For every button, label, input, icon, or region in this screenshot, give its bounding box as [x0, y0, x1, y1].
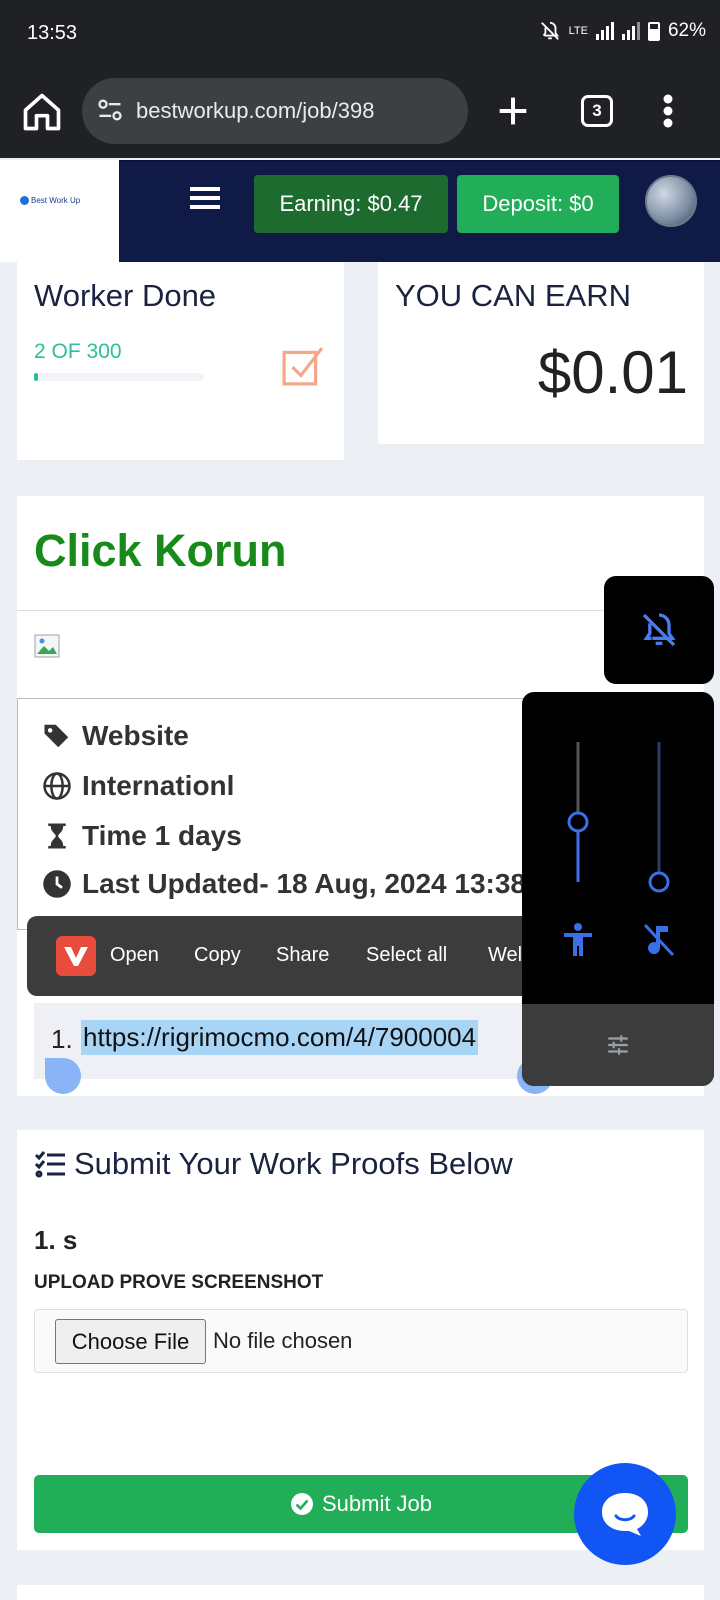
clock-icon [43, 870, 71, 898]
avatar[interactable] [645, 175, 697, 227]
submit-heading-text: Submit Your Work Proofs Below [74, 1146, 513, 1181]
music-off-icon [643, 923, 675, 957]
updated-text: Last Updated- 18 Aug, 2024 13:38: [82, 868, 536, 899]
divider [17, 610, 704, 611]
earn-title: YOU CAN EARN [395, 278, 631, 313]
status-time: 13:53 [27, 22, 78, 44]
signal-2-icon [621, 22, 640, 40]
new-tab-icon[interactable] [493, 91, 533, 131]
time-row: Time 1 days [42, 820, 242, 852]
updated-row: Last Updated- 18 Aug, 2024 13:38: [42, 868, 535, 900]
upload-label: UPLOAD PROVE SCREENSHOT [34, 1272, 324, 1293]
sound-settings-button[interactable] [522, 1004, 714, 1086]
vidmate-app-icon[interactable] [56, 936, 96, 976]
category-text: Website [82, 720, 189, 751]
check-circle-icon [290, 1493, 313, 1515]
home-icon[interactable] [20, 90, 64, 134]
file-status-text: No file chosen [213, 1328, 353, 1353]
checkbox-checked-icon [282, 347, 324, 386]
network-label: LTE [568, 25, 588, 37]
submit-job-label: Submit Job [321, 1491, 433, 1516]
signal-icon [595, 22, 614, 40]
do-not-disturb-toggle[interactable] [604, 576, 714, 684]
region-row: Internationl [42, 770, 234, 802]
worker-count: 2 OF 300 [34, 340, 122, 363]
progress-fill [34, 373, 38, 381]
context-open-button[interactable]: Open [110, 944, 159, 967]
battery-percent: 62% [667, 20, 706, 41]
chat-widget-button[interactable] [574, 1463, 676, 1565]
earning-button[interactable]: Earning: $0.47 [254, 175, 448, 233]
next-card [17, 1585, 704, 1600]
progress-track [34, 373, 204, 381]
proof-title: 1. s [34, 1225, 78, 1255]
time-text: Time 1 days [82, 820, 242, 851]
earn-amount: $0.01 [537, 339, 688, 406]
broken-image-icon [34, 634, 60, 658]
task-list-icon [34, 1151, 65, 1178]
context-copy-button[interactable]: Copy [194, 944, 241, 967]
choose-file-button[interactable]: Choose File [55, 1319, 206, 1364]
bell-off-icon [540, 21, 559, 40]
selection-handle-start[interactable] [45, 1058, 81, 1094]
more-menu-icon[interactable] [662, 93, 674, 129]
link-number: 1. [51, 1024, 73, 1054]
logo-mark [20, 196, 29, 205]
tab-switcher-button[interactable]: 3 [581, 95, 613, 127]
job-link[interactable]: https://rigrimocmo.com/4/7900004 [81, 1020, 479, 1055]
tags-icon [44, 724, 69, 748]
site-settings-icon[interactable] [96, 96, 124, 124]
bell-off-icon [642, 613, 676, 647]
site-logo[interactable] [0, 160, 119, 262]
job-title: Click Korun [34, 525, 287, 576]
worker-done-title: Worker Done [34, 278, 217, 313]
status-icons: LTE 62% [539, 20, 706, 42]
context-web-button[interactable]: Wel [488, 944, 522, 967]
url-text[interactable]: bestworkup.com/job/398 [136, 98, 374, 124]
context-share-button[interactable]: Share [276, 944, 329, 967]
deposit-button[interactable]: Deposit: $0 [457, 175, 619, 233]
logo-text: Best Work Up [31, 196, 81, 205]
submit-heading: Submit Your Work Proofs Below [34, 1146, 513, 1182]
chat-icon [602, 1493, 648, 1536]
sliders-icon [608, 1035, 628, 1055]
accessibility-icon [564, 923, 592, 956]
globe-icon [43, 772, 71, 800]
region-text: Internationl [82, 770, 235, 801]
hamburger-menu-icon[interactable] [190, 186, 220, 210]
battery-icon [647, 21, 660, 41]
context-select-all-button[interactable]: Select all [366, 944, 447, 967]
category-row: Website [42, 720, 189, 752]
hourglass-icon [48, 823, 66, 849]
